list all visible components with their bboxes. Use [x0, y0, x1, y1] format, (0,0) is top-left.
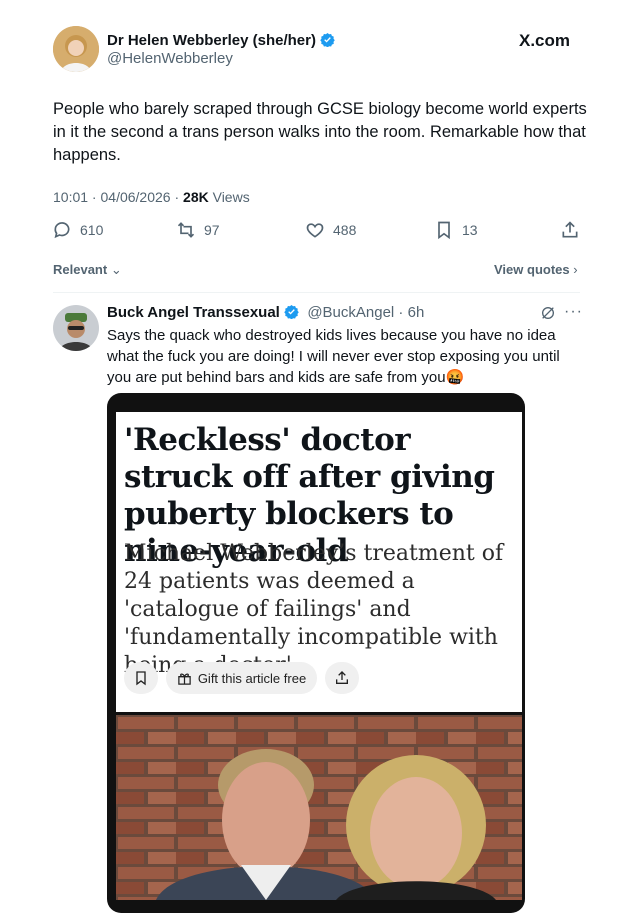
sort-label: Relevant: [53, 262, 108, 277]
reply-author-name[interactable]: Buck Angel Transsexual: [107, 304, 280, 321]
share-icon: [336, 671, 348, 684]
author-name[interactable]: Dr Helen Webberley (she/her): [107, 32, 316, 49]
x-logo-source: X.com: [519, 31, 571, 50]
sort-dropdown[interactable]: Relevant ⌄: [53, 262, 122, 278]
article-photo: [116, 715, 522, 900]
reply-time[interactable]: 6h: [408, 304, 425, 321]
repost-button[interactable]: 97: [176, 220, 220, 240]
reply-text: Says the quack who destroyed kids lives …: [107, 327, 560, 386]
article-share-button[interactable]: [325, 662, 359, 694]
bookmark-icon: [136, 671, 146, 686]
more-options-icon[interactable]: ···: [564, 303, 583, 321]
heart-icon: [306, 223, 324, 238]
verified-badge-icon: [320, 32, 335, 48]
like-button[interactable]: 488: [305, 220, 356, 240]
like-count: 488: [333, 222, 357, 238]
reply-button[interactable]: 610: [52, 220, 103, 240]
reply-avatar-image: [53, 305, 99, 351]
reply-author-handle[interactable]: @BuckAngel: [307, 304, 394, 321]
gift-article-button[interactable]: Gift this article free: [166, 662, 317, 694]
views-label: Views: [212, 189, 250, 205]
author-avatar-image: [53, 26, 99, 72]
bookmark-icon: [438, 221, 450, 240]
tweet-text: People who barely scraped through GCSE b…: [53, 100, 587, 164]
repost-icon: [177, 222, 195, 238]
bookmark-button[interactable]: 13: [434, 220, 478, 240]
chevron-down-icon: ⌄: [110, 262, 122, 277]
gift-icon: [178, 672, 191, 685]
verified-badge-icon: [284, 304, 299, 320]
tweet-meta: 10:01 · 04/06/2026 · 28K Views: [53, 189, 250, 205]
tweet-time[interactable]: 10:01: [53, 189, 88, 205]
reply-icon: [54, 222, 70, 239]
article-bookmark-button[interactable]: [124, 662, 158, 694]
article-standfirst: Michael Webberley’s treatment of 24 pati…: [124, 541, 504, 678]
author-avatar[interactable]: [53, 26, 99, 72]
gift-label: Gift this article free: [197, 670, 307, 686]
author-handle[interactable]: @HelenWebberley: [107, 50, 233, 67]
bookmark-count: 13: [462, 222, 478, 238]
divider: [53, 292, 580, 293]
views-count: 28K: [183, 189, 209, 205]
share-icon: [562, 221, 578, 238]
chevron-right-icon: ›: [573, 262, 578, 277]
repost-count: 97: [204, 222, 220, 238]
grok-icon[interactable]: [540, 305, 556, 326]
view-quotes-label: View quotes: [494, 262, 570, 277]
view-quotes-link[interactable]: View quotes ›: [494, 262, 578, 277]
reply-avatar[interactable]: [53, 305, 99, 351]
tweet-date[interactable]: 04/06/2026: [101, 189, 171, 205]
reply-count: 610: [80, 222, 104, 238]
share-button[interactable]: [560, 220, 580, 240]
